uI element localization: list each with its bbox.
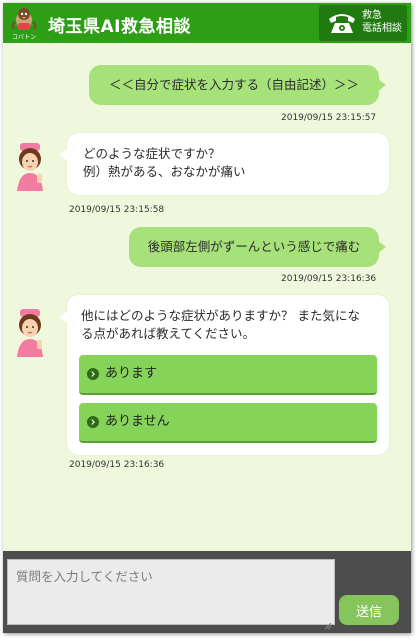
call-button-label: 救急 電話相談 <box>362 9 407 35</box>
bot-message-line: る点があれば教えてください。 <box>81 326 256 341</box>
message-timestamp: 2019/09/15 23:16:36 <box>281 274 377 284</box>
user-message-text: ＜＜自分で症状を入力する（自由記述）＞＞ <box>108 77 359 92</box>
call-label-line2: 電話相談 <box>362 23 402 34</box>
nurse-avatar <box>11 307 49 359</box>
choice-button-yes[interactable]: あります <box>79 355 377 395</box>
app-title: 埼玉県AI救急相談 <box>48 17 191 37</box>
message-timestamp: 2019/09/15 23:15:57 <box>281 113 377 123</box>
user-message: 後頭部左側がずーんという感じで痛む <box>129 227 386 267</box>
bot-message-line: 例）熱がある、おなかが痛い <box>83 164 246 179</box>
logo-caption: コバトン <box>11 34 37 41</box>
chevron-right-circle-icon <box>87 368 99 380</box>
app-header: コバトン 埼玉県AI救急相談 救急 電話相談 <box>3 3 411 43</box>
call-label-line1: 救急 <box>362 10 382 21</box>
bot-message-line: どのような症状ですか？ <box>83 146 221 161</box>
message-timestamp: 2019/09/15 23:15:58 <box>69 205 165 215</box>
app-window: コバトン 埼玉県AI救急相談 救急 電話相談 ＜＜自分で症状を入力する（自由記述… <box>3 3 411 633</box>
message-timestamp: 2019/09/15 23:16:36 <box>69 460 165 470</box>
emergency-call-button[interactable]: 救急 電話相談 <box>319 5 407 41</box>
resize-grip-icon[interactable] <box>324 615 332 630</box>
bot-message: どのような症状ですか？ 例）熱がある、おなかが痛い <box>59 133 389 195</box>
telephone-icon <box>327 11 357 35</box>
send-button[interactable]: 送信 <box>339 595 399 625</box>
user-message: ＜＜自分で症状を入力する（自由記述）＞＞ <box>89 65 386 105</box>
chat-log[interactable]: ＜＜自分で症状を入力する（自由記述）＞＞ 2019/09/15 23:15:57… <box>3 43 411 551</box>
kobaton-logo: コバトン <box>9 5 39 41</box>
choice-button-no[interactable]: ありません <box>79 403 377 443</box>
chevron-right-circle-icon <box>87 416 99 428</box>
choice-label: ありません <box>105 414 170 429</box>
question-input[interactable] <box>7 559 335 625</box>
bot-message-line: 他にはどのような症状がありますか？ また気にな <box>81 308 360 323</box>
choice-label: あります <box>105 366 158 381</box>
user-message-text: 後頭部左側がずーんという感じで痛む <box>147 239 361 254</box>
nurse-avatar <box>11 141 49 193</box>
bot-message: 他にはどのような症状がありますか？ また気にな る点があれば教えてください。 あ… <box>59 295 389 455</box>
message-composer: 送信 <box>3 551 411 633</box>
